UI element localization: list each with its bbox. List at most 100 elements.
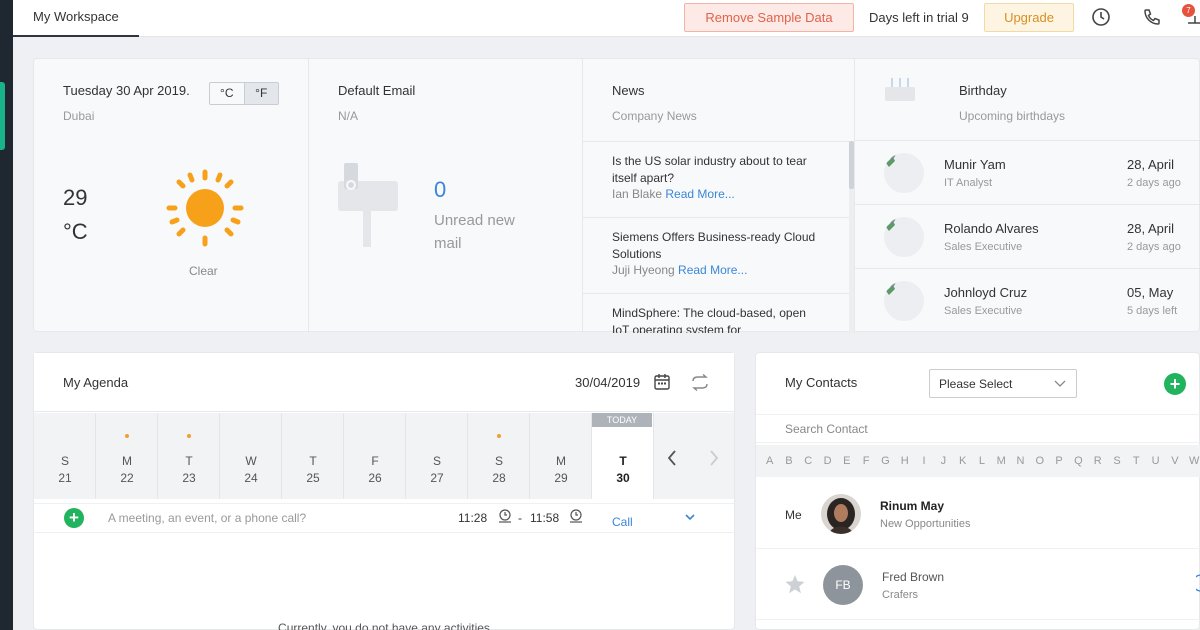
birthday-date: 28, April bbox=[1127, 157, 1174, 172]
agenda-title: My Agenda bbox=[63, 375, 129, 390]
alpha-letter[interactable]: O bbox=[1030, 445, 1049, 477]
alpha-letter[interactable]: G bbox=[876, 445, 895, 477]
alpha-letter[interactable]: M bbox=[992, 445, 1011, 477]
alpha-letter[interactable]: T bbox=[1127, 445, 1146, 477]
time-separator: - bbox=[518, 511, 522, 525]
chevron-down-icon bbox=[1054, 380, 1066, 387]
alpha-letter[interactable]: D bbox=[818, 445, 837, 477]
news-widget-title: News bbox=[612, 83, 645, 98]
read-more-link[interactable]: Read More... bbox=[665, 187, 734, 201]
day-letter: S bbox=[60, 454, 69, 468]
day-number: 22 bbox=[120, 471, 134, 485]
day-cell[interactable]: M 22 bbox=[96, 413, 158, 499]
end-time[interactable]: 11:58 bbox=[530, 511, 559, 525]
birthday-item[interactable]: Munir Yam IT Analyst 28, April 2 days ag… bbox=[855, 140, 1200, 204]
day-cell[interactable]: F 26 bbox=[344, 413, 406, 499]
scrollbar-thumb[interactable] bbox=[849, 141, 854, 189]
alpha-letter[interactable]: N bbox=[1011, 445, 1030, 477]
contact-row-me[interactable]: Me Rinum May New Opportunities bbox=[756, 479, 1200, 549]
unit-celsius-button[interactable]: °C bbox=[210, 83, 244, 104]
trial-days-text: Days left in trial 9 bbox=[869, 10, 969, 25]
alpha-letter[interactable]: R bbox=[1088, 445, 1107, 477]
unread-mail-count[interactable]: 0 bbox=[434, 177, 446, 203]
alpha-letter[interactable]: H bbox=[895, 445, 914, 477]
day-number: 21 bbox=[58, 471, 72, 485]
birthday-item[interactable]: Johnloyd Cruz Sales Executive 05, May 5 … bbox=[855, 268, 1200, 332]
day-letter: F bbox=[371, 454, 379, 468]
day-number: 29 bbox=[554, 471, 568, 485]
alpha-letter[interactable]: I bbox=[914, 445, 933, 477]
day-cell[interactable]: T 25 bbox=[282, 413, 344, 499]
alpha-letter[interactable]: P bbox=[1049, 445, 1068, 477]
refresh-icon[interactable] bbox=[691, 374, 709, 391]
news-headline[interactable]: Is the US solar industry about to tear i… bbox=[612, 153, 822, 187]
alpha-letter[interactable]: K bbox=[953, 445, 972, 477]
contact-company: Crafers bbox=[882, 589, 919, 601]
day-cell[interactable]: S 28 bbox=[468, 413, 530, 499]
clock-icon[interactable] bbox=[498, 509, 512, 523]
alpha-letter[interactable]: L bbox=[972, 445, 991, 477]
unit-fahrenheit-button[interactable]: °F bbox=[243, 83, 278, 104]
start-time[interactable]: 11:28 bbox=[458, 511, 487, 525]
alpha-letter[interactable]: E bbox=[837, 445, 856, 477]
phone-icon[interactable] bbox=[1142, 7, 1162, 27]
day-letter: T bbox=[185, 454, 193, 468]
clock-icon[interactable] bbox=[1091, 7, 1111, 27]
alpha-letter[interactable]: B bbox=[779, 445, 798, 477]
add-contact-button[interactable]: + bbox=[1164, 373, 1186, 395]
alpha-letter[interactable]: V bbox=[1165, 445, 1184, 477]
clock-icon[interactable] bbox=[569, 509, 583, 523]
news-scrollbar[interactable] bbox=[849, 141, 854, 333]
alpha-letter[interactable]: U bbox=[1146, 445, 1165, 477]
search-contact-input[interactable]: Search Contact bbox=[756, 414, 1200, 443]
star-icon[interactable] bbox=[785, 575, 805, 594]
contacts-filter-select[interactable]: Please Select bbox=[929, 369, 1077, 398]
no-activities-message: Currently, you do not have any activitie… bbox=[278, 621, 490, 630]
birthday-role: Sales Executive bbox=[944, 305, 1023, 317]
birthday-item[interactable]: Rolando Alvares Sales Executive 28, Apri… bbox=[855, 204, 1200, 268]
remove-sample-data-button[interactable]: Remove Sample Data bbox=[684, 3, 854, 32]
alpha-letter[interactable]: C bbox=[799, 445, 818, 477]
calendar-icon[interactable] bbox=[653, 373, 671, 391]
news-headline[interactable]: MindSphere: The cloud-based, open IoT op… bbox=[612, 305, 822, 333]
alpha-letter[interactable]: J bbox=[934, 445, 953, 477]
alpha-letter[interactable]: A bbox=[760, 445, 779, 477]
activity-input[interactable]: A meeting, an event, or a phone call? bbox=[108, 511, 306, 525]
upgrade-button[interactable]: Upgrade bbox=[984, 3, 1074, 32]
add-activity-button[interactable]: + bbox=[64, 508, 84, 528]
birthday-role: Sales Executive bbox=[944, 241, 1023, 253]
birthday-name: Johnloyd Cruz bbox=[944, 285, 1028, 300]
read-more-link[interactable]: Read More... bbox=[678, 263, 747, 277]
contacts-title: My Contacts bbox=[785, 375, 858, 390]
alpha-letter[interactable]: F bbox=[856, 445, 875, 477]
contact-action-icon[interactable] bbox=[1196, 574, 1200, 592]
day-cell[interactable]: S 27 bbox=[406, 413, 468, 499]
alpha-letter[interactable]: W bbox=[1185, 445, 1200, 477]
day-cell[interactable]: W 24 bbox=[220, 413, 282, 499]
tab-my-workspace[interactable]: My Workspace bbox=[13, 0, 139, 37]
day-number: 25 bbox=[306, 471, 320, 485]
chevron-left-icon[interactable] bbox=[666, 449, 678, 467]
avatar bbox=[821, 494, 861, 534]
dashboard-widgets-panel: Tuesday 30 Apr 2019. Dubai °C °F 29 °C C… bbox=[33, 58, 1200, 333]
day-cell[interactable]: T 23 bbox=[158, 413, 220, 499]
news-headline[interactable]: Siemens Offers Business-ready Cloud Solu… bbox=[612, 229, 822, 263]
sun-icon bbox=[166, 169, 244, 247]
birthday-date: 28, April bbox=[1127, 221, 1174, 236]
day-cell[interactable]: M 29 bbox=[530, 413, 592, 499]
weather-condition: Clear bbox=[189, 264, 218, 278]
day-cell[interactable]: S 21 bbox=[34, 413, 96, 499]
chevron-right-icon[interactable] bbox=[708, 449, 720, 467]
chevron-down-icon[interactable] bbox=[685, 513, 695, 521]
alpha-letter[interactable]: Q bbox=[1069, 445, 1088, 477]
birthday-subtitle: Upcoming birthdays bbox=[959, 109, 1066, 123]
day-letter: M bbox=[556, 454, 566, 468]
news-item: Is the US solar industry about to tear i… bbox=[583, 141, 849, 217]
birthday-widget-title: Birthday bbox=[959, 83, 1007, 98]
activity-type-select[interactable]: Call bbox=[612, 515, 633, 529]
day-cell-today[interactable]: TODAY T 30 bbox=[592, 413, 654, 499]
agenda-date[interactable]: 30/04/2019 bbox=[575, 375, 640, 390]
alpha-letter[interactable]: S bbox=[1107, 445, 1126, 477]
news-item: Siemens Offers Business-ready Cloud Solu… bbox=[583, 217, 849, 293]
contact-row[interactable]: FB Fred Brown Crafers bbox=[756, 550, 1200, 620]
